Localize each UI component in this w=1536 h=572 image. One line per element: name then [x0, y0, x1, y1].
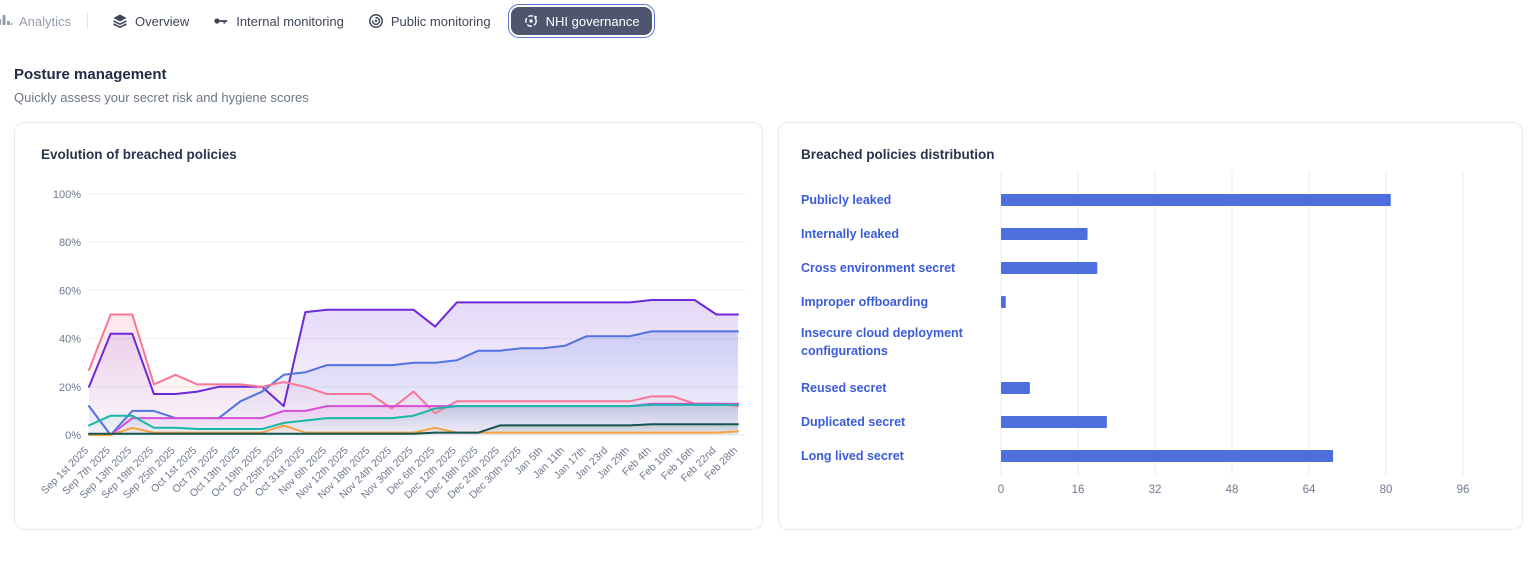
- x-axis-tick-label: 48: [1226, 484, 1239, 496]
- bar[interactable]: [1001, 262, 1097, 274]
- y-axis-tick-label: 100%: [53, 189, 81, 201]
- evolution-chart-svg: 0%20%40%60%80%100%Sep 1st 2025Sep 7th 20…: [39, 171, 749, 529]
- evolution-card: Evolution of breached policies 0% 20% 40% 6…: [14, 122, 763, 530]
- page-header: Posture management Quickly assess your s…: [14, 66, 309, 105]
- bar-category-label[interactable]: Publicly leaked: [801, 193, 891, 207]
- bar[interactable]: [1001, 194, 1391, 206]
- x-axis-tick-label: 0: [998, 484, 1004, 496]
- cards-row: Evolution of breached policies 0% 20% 40% 6…: [14, 122, 1523, 530]
- bar[interactable]: [1001, 450, 1333, 462]
- x-axis-tick-label: 16: [1072, 484, 1085, 496]
- bar-category-label[interactable]: Duplicated secret: [801, 415, 906, 429]
- layers-icon: [112, 13, 128, 29]
- bar[interactable]: [1001, 296, 1006, 308]
- tab-internal-monitoring[interactable]: Internal monitoring: [201, 7, 356, 35]
- top-nav: Analytics Overview Internal monitoring P…: [0, 0, 1536, 42]
- evolution-chart-title: Evolution of breached policies: [41, 147, 237, 162]
- radar-icon: [368, 13, 384, 29]
- bar-category-label[interactable]: Long lived secret: [801, 449, 905, 463]
- y-axis-tick-label: 40%: [59, 334, 81, 346]
- y-axis-tick-label: 0%: [65, 430, 81, 442]
- x-axis-tick-label: 80: [1380, 484, 1393, 496]
- analytics-label-text: Analytics: [19, 14, 71, 29]
- page-title: Posture management: [14, 66, 309, 83]
- tab-public-monitoring[interactable]: Public monitoring: [356, 7, 503, 35]
- bar-category-label[interactable]: Insecure cloud deploymentconfigurations: [801, 326, 964, 358]
- bar-category-label[interactable]: Reused secret: [801, 381, 887, 395]
- tab-label: Overview: [135, 14, 189, 29]
- bar[interactable]: [1001, 416, 1107, 428]
- y-axis-tick-label: 20%: [59, 382, 81, 394]
- bar-category-label[interactable]: Internally leaked: [801, 227, 899, 241]
- tab-label: Internal monitoring: [236, 14, 344, 29]
- bar-chart-icon: [0, 12, 13, 31]
- tab-label: Public monitoring: [391, 14, 491, 29]
- x-axis-tick-label: 64: [1303, 484, 1316, 496]
- page-subtitle: Quickly assess your secret risk and hygi…: [14, 90, 309, 105]
- x-axis-tick-label: 96: [1457, 484, 1470, 496]
- tab-overview[interactable]: Overview: [100, 7, 201, 35]
- distribution-chart-svg: 0 16 32 48 64 80 96 Publicly leaked Internally l…: [801, 159, 1502, 509]
- bar-category-label[interactable]: Improper offboarding: [801, 295, 928, 309]
- x-axis-tick-label: 32: [1149, 484, 1162, 496]
- nav-divider: [87, 13, 88, 29]
- y-axis-tick-label: 60%: [59, 285, 81, 297]
- analytics-section-label: Analytics: [0, 12, 83, 31]
- key-icon: [213, 13, 229, 29]
- bar[interactable]: [1001, 382, 1030, 394]
- y-axis-tick-label: 80%: [59, 237, 81, 249]
- tab-label: NHI governance: [546, 14, 640, 29]
- bar[interactable]: [1001, 228, 1088, 240]
- target-icon: [523, 13, 539, 29]
- distribution-card: Breached policies distribution 016324864…: [778, 122, 1523, 530]
- bar-category-label[interactable]: Cross environment secret: [801, 261, 956, 275]
- tab-nhi-governance[interactable]: NHI governance: [511, 7, 652, 35]
